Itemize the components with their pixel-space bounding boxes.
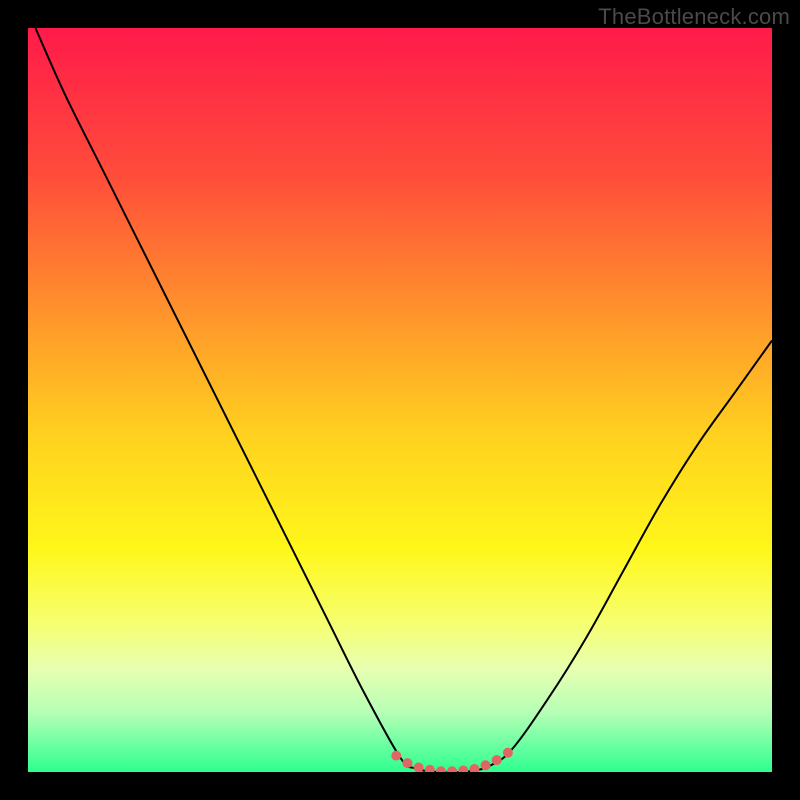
curve-marker xyxy=(447,766,457,772)
watermark-text: TheBottleneck.com xyxy=(598,4,790,30)
curve-marker xyxy=(436,766,446,772)
curve-marker xyxy=(414,763,424,772)
plot-area xyxy=(28,28,772,772)
curve-marker xyxy=(458,766,468,772)
curve-marker xyxy=(391,751,401,761)
curve-marker xyxy=(503,748,513,758)
chart-frame: TheBottleneck.com xyxy=(0,0,800,800)
curve-marker xyxy=(469,764,479,772)
curve-marker xyxy=(481,760,491,770)
curve-marker xyxy=(492,755,502,765)
curve-marker xyxy=(402,758,412,768)
curve-marker xyxy=(425,765,435,772)
bottleneck-curve xyxy=(28,28,772,772)
